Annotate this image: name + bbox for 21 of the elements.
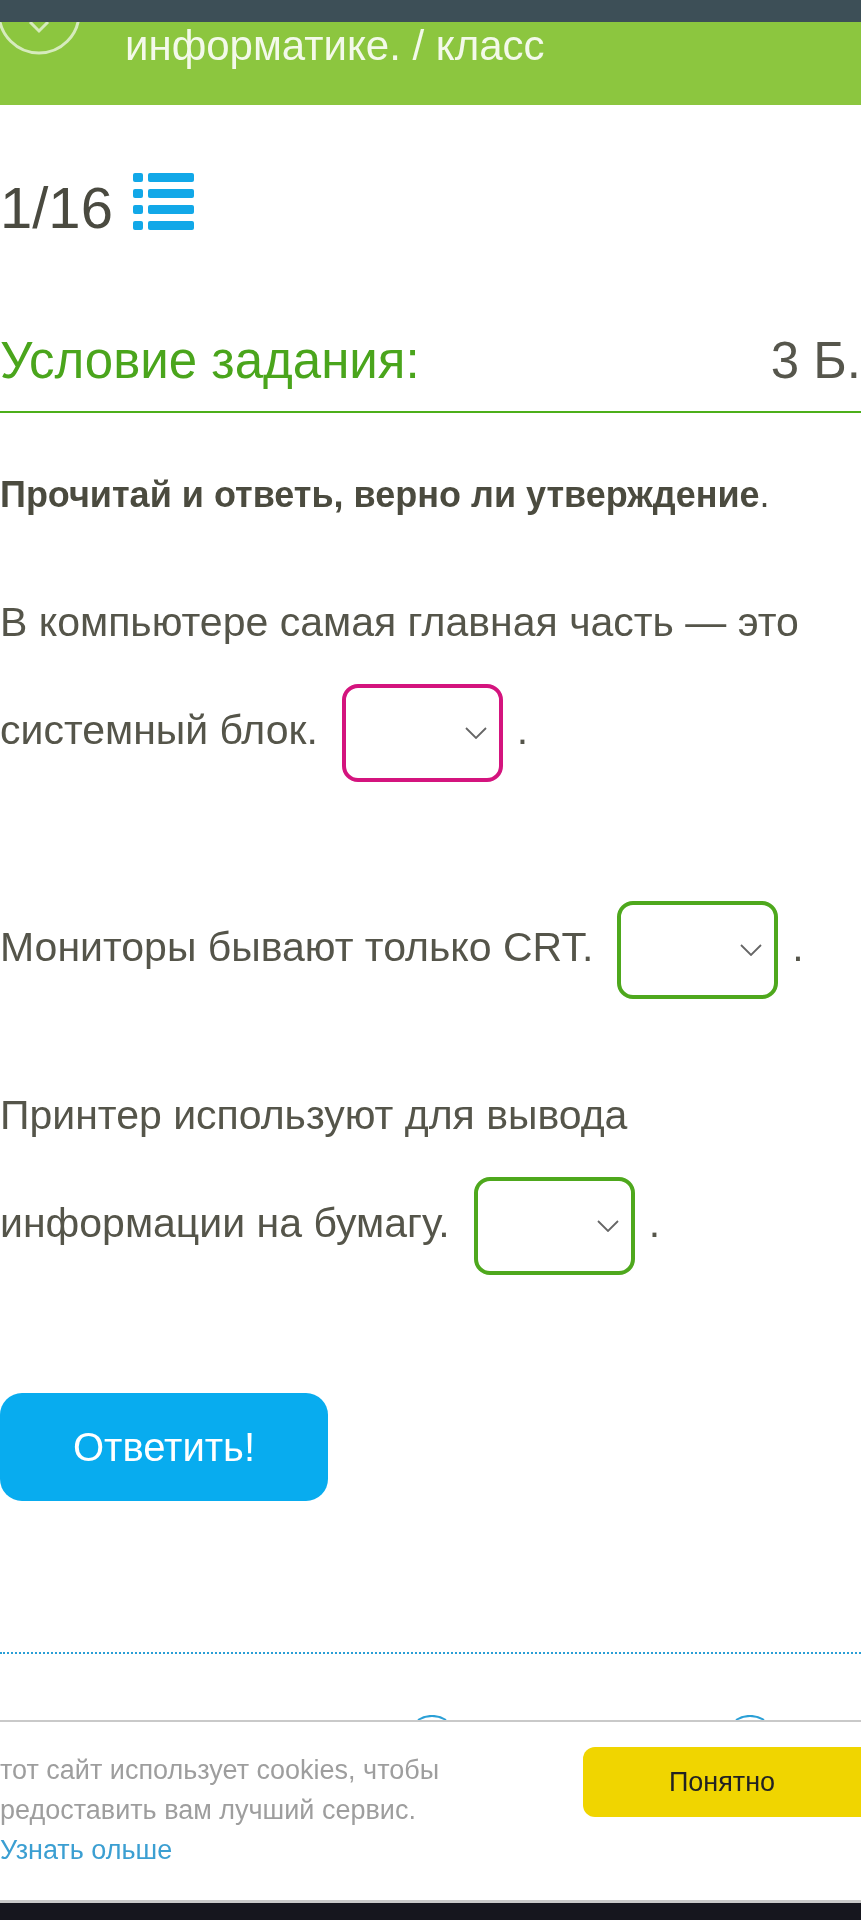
instruction-text: Прочитай и ответь, верно ли утверждение.	[0, 473, 771, 517]
accept-button[interactable]: Понятно	[583, 1747, 861, 1817]
answer-dropdown[interactable]	[617, 901, 779, 1000]
statement-text: В компьютере самая главная часть — это системный блок. .	[0, 568, 841, 784]
answer-button[interactable]: Ответить!	[0, 1393, 328, 1501]
chevron-down-icon	[464, 727, 487, 740]
arc-icon	[417, 1715, 447, 1720]
task-heading: Условие задания:	[0, 331, 420, 391]
list-icon[interactable]	[132, 173, 194, 230]
chevron-down-icon	[740, 944, 763, 957]
learn-more-link[interactable]: Узнать ольше	[0, 1835, 173, 1865]
points-label: 3 Б.	[770, 331, 861, 391]
question-counter: 1/16	[0, 174, 113, 242]
arc-icon	[735, 1715, 765, 1720]
answer-dropdown[interactable]	[473, 1177, 635, 1276]
statement-text: Мониторы бывают только CRT. .	[0, 893, 841, 1001]
cookie-message: тот сайт использует cookies, чтобы редоставить вам лучший сервис. Узнать ольше	[0, 1754, 441, 1867]
statement-text: Принтер используют для вывода информации на бумагу. .	[0, 1061, 841, 1277]
answer-dropdown[interactable]	[341, 684, 503, 783]
header-title: информатике. / класс	[125, 22, 545, 70]
chevron-down-icon	[596, 1220, 619, 1233]
